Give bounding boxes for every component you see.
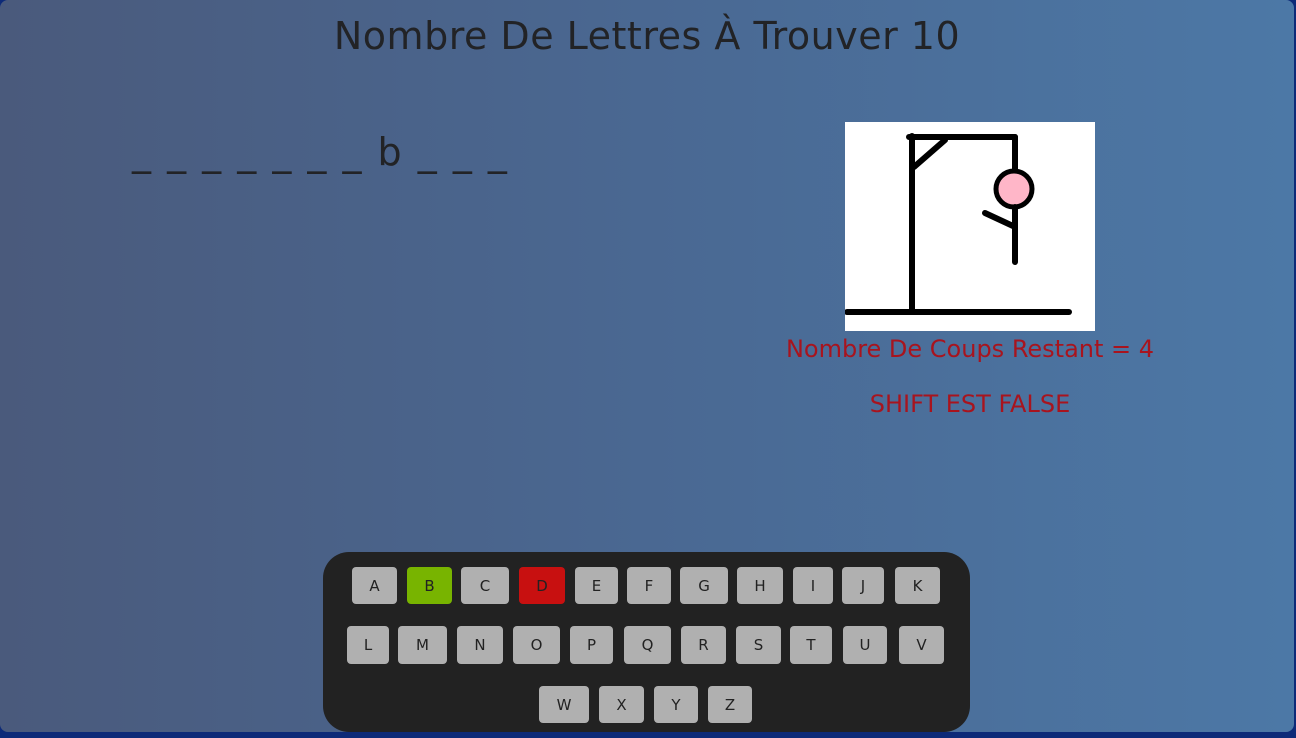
key-i[interactable]: I xyxy=(793,567,833,604)
key-d[interactable]: D xyxy=(519,567,565,604)
key-b[interactable]: B xyxy=(407,567,452,604)
key-l[interactable]: L xyxy=(347,626,389,664)
letter-keyboard: ABCDEFGHIJK LMNOPQRSTUV WXYZ xyxy=(323,552,970,732)
key-n[interactable]: N xyxy=(457,626,503,664)
hangman-arm xyxy=(982,210,1016,229)
key-v[interactable]: V xyxy=(899,626,944,664)
shift-status-text: SHIFT EST FALSE xyxy=(869,390,1071,418)
key-c[interactable]: C xyxy=(461,567,509,604)
word-display: _ _ _ _ _ _ _ b _ _ _ xyxy=(132,130,509,174)
key-x[interactable]: X xyxy=(599,686,644,723)
key-p[interactable]: P xyxy=(570,626,613,664)
hangman-drawing xyxy=(844,122,1095,331)
key-t[interactable]: T xyxy=(790,626,832,664)
game-window: Nombre De Lettres À Trouver 10 _ _ _ _ _… xyxy=(0,0,1294,732)
key-z[interactable]: Z xyxy=(708,686,752,723)
key-h[interactable]: H xyxy=(737,567,783,604)
page-title: Nombre De Lettres À Trouver 10 xyxy=(333,14,961,58)
remaining-tries-text: Nombre De Coups Restant = 4 xyxy=(785,335,1155,363)
hangman-svg xyxy=(844,133,1072,315)
key-r[interactable]: R xyxy=(681,626,726,664)
key-g[interactable]: G xyxy=(680,567,728,604)
key-s[interactable]: S xyxy=(736,626,781,664)
key-e[interactable]: E xyxy=(575,567,618,604)
key-f[interactable]: F xyxy=(627,567,671,604)
key-y[interactable]: Y xyxy=(654,686,698,723)
key-o[interactable]: O xyxy=(513,626,560,664)
key-k[interactable]: K xyxy=(895,567,940,604)
key-j[interactable]: J xyxy=(842,567,884,604)
key-a[interactable]: A xyxy=(352,567,397,604)
key-m[interactable]: M xyxy=(398,626,447,664)
key-u[interactable]: U xyxy=(843,626,887,664)
gallows-brace xyxy=(911,137,948,170)
key-q[interactable]: Q xyxy=(624,626,671,664)
key-w[interactable]: W xyxy=(539,686,589,723)
hangman-head xyxy=(993,168,1035,210)
